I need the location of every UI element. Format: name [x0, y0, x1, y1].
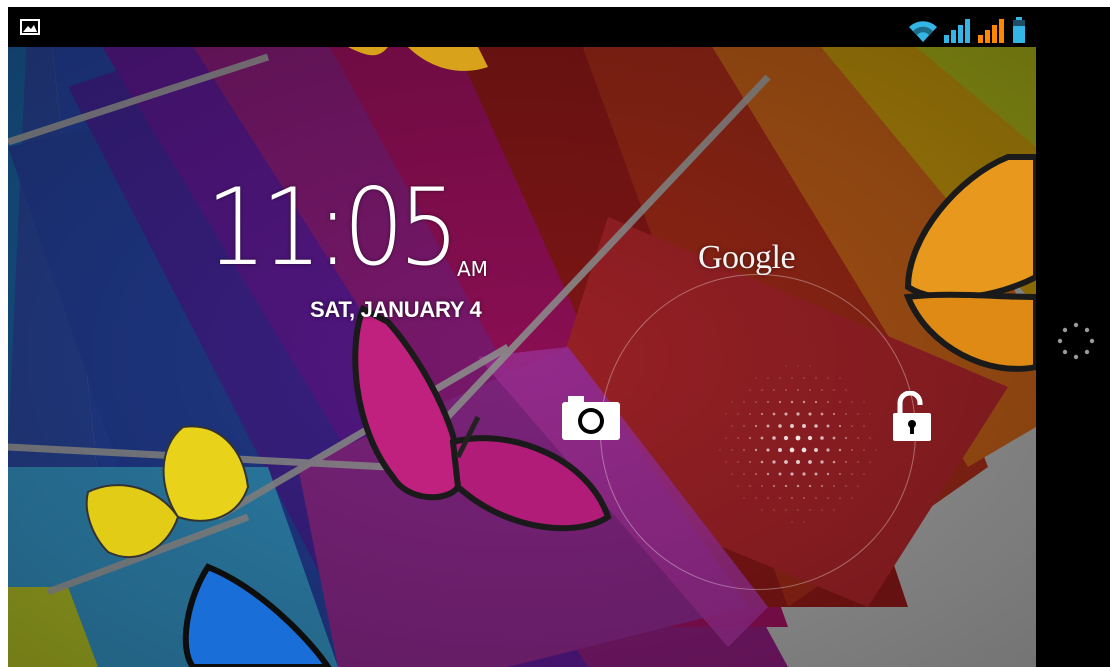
- navigation-bar: [1036, 7, 1110, 667]
- device-screen: 11:05 AM SAT, JANUARY 4 Google: [8, 7, 1110, 667]
- battery-icon: [1013, 17, 1025, 43]
- wifi-icon: [909, 21, 937, 42]
- dotted-handle-icon: [719, 365, 877, 523]
- lockscreen-clock: 11:05: [206, 166, 459, 289]
- image-notification-icon[interactable]: [20, 19, 40, 35]
- camera-icon: [562, 396, 620, 440]
- loading-icon: [1057, 322, 1095, 360]
- status-icons: [908, 13, 1026, 43]
- signal-icon: [978, 19, 1004, 43]
- unlock-icon: [893, 391, 931, 441]
- clock-ampm: AM: [457, 257, 488, 281]
- status-bar: [8, 7, 1036, 47]
- signal-icon: [944, 19, 970, 43]
- google-search-target[interactable]: Google: [698, 239, 796, 277]
- lockscreen-wallpaper: 11:05 AM SAT, JANUARY 4 Google: [8, 47, 1036, 667]
- lockscreen-date: SAT, JANUARY 4: [310, 297, 482, 322]
